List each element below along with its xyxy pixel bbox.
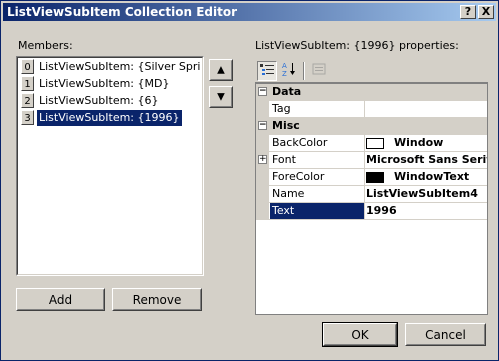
title-bar: ListViewSubItem Collection Editor ? X xyxy=(3,3,496,21)
property-value[interactable]: WindowText xyxy=(363,169,487,185)
property-value-text: Microsoft Sans Serif, xyxy=(366,153,487,166)
property-row[interactable]: Name ListViewSubItem4 xyxy=(256,186,487,203)
property-value-text: Window xyxy=(394,136,444,149)
property-value[interactable]: ListViewSubItem4 xyxy=(363,186,487,202)
property-value[interactable] xyxy=(363,101,487,117)
property-value[interactable]: 1996 xyxy=(363,203,487,219)
property-value[interactable]: Microsoft Sans Serif, xyxy=(363,152,487,168)
list-item-label: ListViewSubItem: {Silver Spring} xyxy=(39,60,201,73)
property-name: BackColor xyxy=(270,135,365,151)
property-name: Name xyxy=(270,186,365,202)
svg-text:Z: Z xyxy=(282,70,287,77)
members-label: Members: xyxy=(18,39,73,52)
window-title: ListViewSubItem Collection Editor xyxy=(7,5,237,19)
remove-button[interactable]: Remove xyxy=(112,288,202,311)
expand-icon[interactable]: + xyxy=(258,155,267,164)
collapse-icon[interactable]: − xyxy=(258,87,267,96)
list-item[interactable]: 0 ListViewSubItem: {Silver Spring} xyxy=(21,59,201,75)
list-item-index: 0 xyxy=(21,59,34,74)
arrow-up-icon: ▲ xyxy=(217,64,225,76)
categorized-icon[interactable] xyxy=(257,61,277,81)
list-item-label: ListViewSubItem: {6} xyxy=(39,94,159,107)
list-item-label: ListViewSubItem: {MD} xyxy=(39,77,170,90)
arrow-down-icon: ▼ xyxy=(217,91,225,103)
add-button[interactable]: Add xyxy=(16,288,105,311)
ok-button-label: OK xyxy=(351,327,369,342)
property-value-text: WindowText xyxy=(394,170,470,183)
svg-text:A: A xyxy=(282,62,287,70)
help-button[interactable]: ? xyxy=(460,5,476,19)
color-swatch xyxy=(366,137,384,149)
list-item-index: 1 xyxy=(21,76,34,91)
move-down-button[interactable]: ▼ xyxy=(209,86,233,108)
property-row[interactable]: Tag xyxy=(256,101,487,118)
property-name: ForeColor xyxy=(270,169,365,185)
members-list[interactable]: 0 ListViewSubItem: {Silver Spring} 1 ListVi… xyxy=(16,56,204,276)
property-name: Text xyxy=(270,203,365,219)
property-row[interactable]: Text 1996 xyxy=(256,203,487,220)
property-name: Tag xyxy=(270,101,365,117)
list-item-index: 2 xyxy=(21,93,34,108)
collapse-icon[interactable]: − xyxy=(258,121,267,130)
property-pages-icon[interactable] xyxy=(309,61,329,81)
move-up-button[interactable]: ▲ xyxy=(209,59,233,81)
property-name: Font xyxy=(270,152,365,168)
list-item-index: 3 xyxy=(21,110,34,125)
collection-editor-window: ListViewSubItem Collection Editor ? X Me… xyxy=(0,0,499,361)
remove-button-label: Remove xyxy=(132,292,182,307)
close-button[interactable]: X xyxy=(478,5,494,19)
properties-label: ListViewSubItem: {1996} properties: xyxy=(255,39,459,52)
alphabetical-icon[interactable]: AZ xyxy=(279,61,299,81)
cancel-button[interactable]: Cancel xyxy=(405,323,486,346)
category-row[interactable]: − Data xyxy=(256,84,487,101)
list-item-label: ListViewSubItem: {1996} xyxy=(37,110,182,126)
category-row[interactable]: − Misc xyxy=(256,118,487,135)
property-value-text: 1996 xyxy=(366,204,397,217)
property-value-text: ListViewSubItem4 xyxy=(366,187,478,200)
color-swatch xyxy=(366,171,384,183)
property-grid-toolbar: AZ xyxy=(255,59,488,83)
property-row[interactable]: + Font Microsoft Sans Serif, xyxy=(256,152,487,169)
add-button-label: Add xyxy=(48,292,73,307)
list-item[interactable]: 1 ListViewSubItem: {MD} xyxy=(21,76,201,92)
property-row[interactable]: BackColor Window xyxy=(256,135,487,152)
property-grid: − Data Tag − Misc BackColor Window + Font Microso… xyxy=(255,83,488,315)
ok-button[interactable]: OK xyxy=(322,322,398,347)
cancel-button-label: Cancel xyxy=(425,327,466,342)
property-value[interactable]: Window xyxy=(363,135,487,151)
list-item[interactable]: 2 ListViewSubItem: {6} xyxy=(21,93,201,109)
category-label: Data xyxy=(272,85,302,98)
property-row[interactable]: ForeColor WindowText xyxy=(256,169,487,186)
list-item[interactable]: 3 ListViewSubItem: {1996} xyxy=(21,110,201,126)
category-label: Misc xyxy=(272,119,300,132)
